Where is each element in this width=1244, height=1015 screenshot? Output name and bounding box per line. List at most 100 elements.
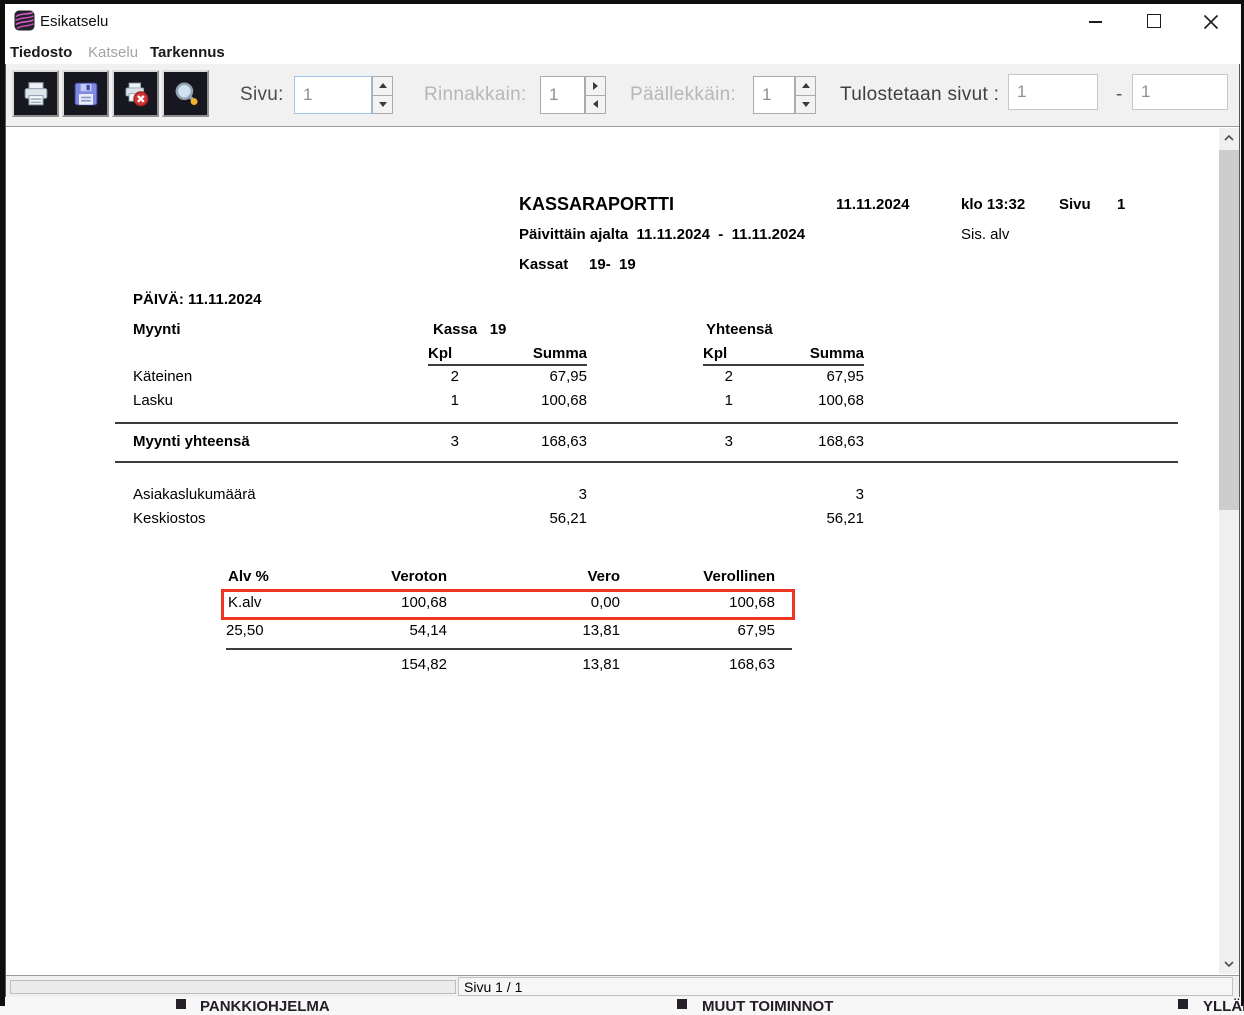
tulostetaan-label: Tulostetaan sivut : xyxy=(840,84,999,106)
rinnakkain-spinner xyxy=(585,76,606,114)
scroll-down-button[interactable] xyxy=(1219,954,1239,974)
sivu-input[interactable] xyxy=(294,76,372,114)
sivu-spin-up-button[interactable] xyxy=(372,76,393,96)
preview-area xyxy=(6,127,1219,975)
sales-row-kpl2: 1 xyxy=(653,392,733,410)
stat-value1: 56,21 xyxy=(487,510,587,528)
rinnakkain-label: Rinnakkain: xyxy=(424,84,527,106)
rinnakkain-spin-right-button[interactable] xyxy=(585,76,606,96)
vat-header-verollinen: Verollinen xyxy=(675,568,775,586)
report-page-label: Sivu xyxy=(1059,196,1091,214)
report-day-line: PÄIVÄ: 11.11.2024 xyxy=(133,291,261,309)
floppy-disk-icon xyxy=(72,80,100,108)
sales-row-kpl1: 1 xyxy=(379,392,459,410)
stat-value1: 3 xyxy=(487,486,587,504)
sales-row-label: Käteinen xyxy=(133,368,192,386)
scroll-up-button[interactable] xyxy=(1219,128,1239,148)
report-title: KASSARAPORTTI xyxy=(519,195,674,213)
vat-row-verollinen: 100,68 xyxy=(675,594,775,612)
scrollbar-thumb[interactable] xyxy=(1219,150,1239,510)
sales-col-summa1: Summa xyxy=(487,345,587,363)
print-button[interactable] xyxy=(12,70,59,117)
background-menu-fragment: MUUT TOIMINNOT xyxy=(702,998,833,1015)
minimize-icon xyxy=(1089,21,1102,23)
zoom-button[interactable] xyxy=(162,70,209,117)
sales-col-kpl1: Kpl xyxy=(428,345,452,363)
maximize-icon xyxy=(1147,14,1161,28)
report-time: klo 13:32 xyxy=(961,196,1025,214)
separator-line xyxy=(115,461,1178,463)
print-range-to-input[interactable] xyxy=(1132,74,1228,110)
sales-row-kpl2: 2 xyxy=(653,368,733,386)
magnifier-icon xyxy=(172,80,200,108)
sales-group2-label: Yhteensä xyxy=(706,321,773,339)
vat-header-vero: Vero xyxy=(520,568,620,586)
menu-item-tarkennus[interactable]: Tarkennus xyxy=(150,44,225,61)
vat-row-verollinen: 67,95 xyxy=(675,622,775,640)
sales-col-kpl2: Kpl xyxy=(703,345,727,363)
sivu-spinner xyxy=(372,76,393,114)
vat-row-alv: 25,50 xyxy=(226,622,264,640)
arrow-down-icon xyxy=(379,102,387,107)
vat-row-veroton: 100,68 xyxy=(347,594,447,612)
vat-total-veroton: 154,82 xyxy=(347,656,447,674)
chevron-up-icon xyxy=(1224,135,1234,141)
arrow-left-icon xyxy=(593,100,598,108)
sivu-spin-down-button[interactable] xyxy=(372,96,393,115)
sales-header-underline-2 xyxy=(703,364,864,366)
paallekkain-spin-down-button[interactable] xyxy=(795,96,816,115)
app-icon xyxy=(14,10,35,31)
report-date: 11.11.2024 xyxy=(836,196,909,214)
paallekkain-spinner xyxy=(795,76,816,114)
window-titlebar xyxy=(5,4,1240,38)
arrow-up-icon xyxy=(379,83,387,88)
sivu-label: Sivu: xyxy=(240,84,284,106)
rinnakkain-spin-left-button[interactable] xyxy=(585,96,606,115)
background-menu-fragment: PANKKIOHJELMA xyxy=(200,998,330,1015)
sales-total-kpl2: 3 xyxy=(653,433,733,451)
close-icon xyxy=(1203,14,1219,30)
vat-row-vero: 13,81 xyxy=(520,622,620,640)
vertical-scrollbar[interactable] xyxy=(1219,128,1239,974)
save-button[interactable] xyxy=(62,70,109,117)
arrow-down-icon xyxy=(802,102,810,107)
paallekkain-input[interactable] xyxy=(753,76,795,114)
vat-total-verollinen: 168,63 xyxy=(675,656,775,674)
sales-col-summa2: Summa xyxy=(764,345,864,363)
sales-row-kpl1: 2 xyxy=(379,368,459,386)
stat-value2: 3 xyxy=(764,486,864,504)
menu-item-tiedosto[interactable]: Tiedosto xyxy=(10,44,72,61)
vat-row-vero: 0,00 xyxy=(520,594,620,612)
report-kassat-line: Kassat 19- 19 xyxy=(519,256,636,274)
sales-total-summa1: 168,63 xyxy=(487,433,587,451)
status-page-indicator: Sivu 1 / 1 xyxy=(458,977,1233,996)
cancel-print-button[interactable] xyxy=(112,70,159,117)
minimize-button[interactable] xyxy=(1079,6,1113,34)
vat-header-alv: Alv % xyxy=(228,568,269,586)
stat-value2: 56,21 xyxy=(764,510,864,528)
window-title: Esikatselu xyxy=(40,13,108,30)
sales-row-summa2: 67,95 xyxy=(764,368,864,386)
sales-row-summa1: 67,95 xyxy=(487,368,587,386)
vat-total-vero: 13,81 xyxy=(520,656,620,674)
report-page-number: 1 xyxy=(1117,196,1125,214)
print-range-from-input[interactable] xyxy=(1008,74,1098,110)
background-bullet-icon xyxy=(1178,999,1188,1009)
screen: { "window": { "title": "Esikatselu" }, "… xyxy=(0,0,1244,1006)
paallekkain-spin-up-button[interactable] xyxy=(795,76,816,96)
report-vat-note: Sis. alv xyxy=(961,226,1009,244)
background-bullet-icon xyxy=(176,999,186,1009)
background-window-strip xyxy=(5,997,1241,1006)
arrow-up-icon xyxy=(802,83,810,88)
separator-line xyxy=(115,422,1178,424)
vat-row-veroton: 54,14 xyxy=(347,622,447,640)
printer-icon xyxy=(22,80,50,108)
sales-section-label: Myynti xyxy=(133,321,181,339)
sales-header-underline-1 xyxy=(428,364,587,366)
print-range-separator: - xyxy=(1116,84,1123,106)
vat-header-veroton: Veroton xyxy=(347,568,447,586)
rinnakkain-input[interactable] xyxy=(540,76,585,114)
menu-item-katselu: Katselu xyxy=(88,44,138,61)
vat-row-alv: K.alv xyxy=(228,594,261,612)
printer-cancel-icon xyxy=(122,80,150,108)
